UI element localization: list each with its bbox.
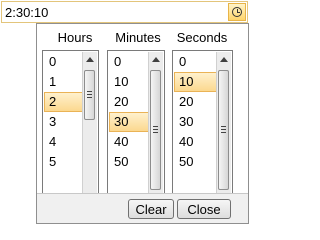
minutes-item[interactable]: 50 [109,152,149,172]
picker-footer: Clear Close [37,193,248,223]
hours-scroll-thumb[interactable] [84,70,95,120]
seconds-scroll-thumb[interactable] [218,70,229,190]
seconds-item[interactable]: 0 [174,52,217,72]
seconds-scrollbar[interactable] [216,52,231,210]
hours-item[interactable]: 3 [44,112,83,132]
close-button[interactable]: Close [177,199,231,219]
minutes-header: Minutes [115,30,161,45]
time-input-value[interactable]: 2:30:10 [5,5,48,20]
seconds-item[interactable]: 50 [174,152,217,172]
minutes-item-selected[interactable]: 30 [109,112,149,132]
minutes-item[interactable]: 40 [109,132,149,152]
seconds-header: Seconds [176,30,228,45]
minutes-list[interactable]: 0 10 20 30 40 50 [107,50,165,212]
minutes-scroll-thumb[interactable] [150,70,161,190]
hours-item[interactable]: 4 [44,132,83,152]
minutes-scrollbar[interactable] [148,52,163,210]
clear-button[interactable]: Clear [128,199,174,219]
hours-header: Hours [57,30,93,45]
minutes-item[interactable]: 10 [109,72,149,92]
clock-icon [232,7,242,17]
time-picker-popup: Hours 0 1 2 3 4 5 Minutes 0 10 20 30 40 … [36,23,249,224]
seconds-list[interactable]: 0 10 20 30 40 50 [172,50,233,212]
seconds-item[interactable]: 30 [174,112,217,132]
seconds-item-selected[interactable]: 10 [174,72,217,92]
seconds-item[interactable]: 20 [174,92,217,112]
time-input[interactable]: 2:30:10 [1,1,248,23]
hours-item[interactable]: 1 [44,72,83,92]
scroll-up-arrow-icon[interactable] [152,57,160,62]
time-picker-toggle-button[interactable] [228,3,246,21]
scroll-up-arrow-icon[interactable] [220,57,228,62]
minutes-item[interactable]: 20 [109,92,149,112]
hours-scrollbar[interactable] [82,52,97,210]
seconds-item[interactable]: 40 [174,132,217,152]
hours-list[interactable]: 0 1 2 3 4 5 [42,50,99,212]
hours-item-selected[interactable]: 2 [44,92,83,112]
scroll-up-arrow-icon[interactable] [86,57,94,62]
hours-item[interactable]: 0 [44,52,83,72]
hours-item[interactable]: 5 [44,152,83,172]
minutes-item[interactable]: 0 [109,52,149,72]
